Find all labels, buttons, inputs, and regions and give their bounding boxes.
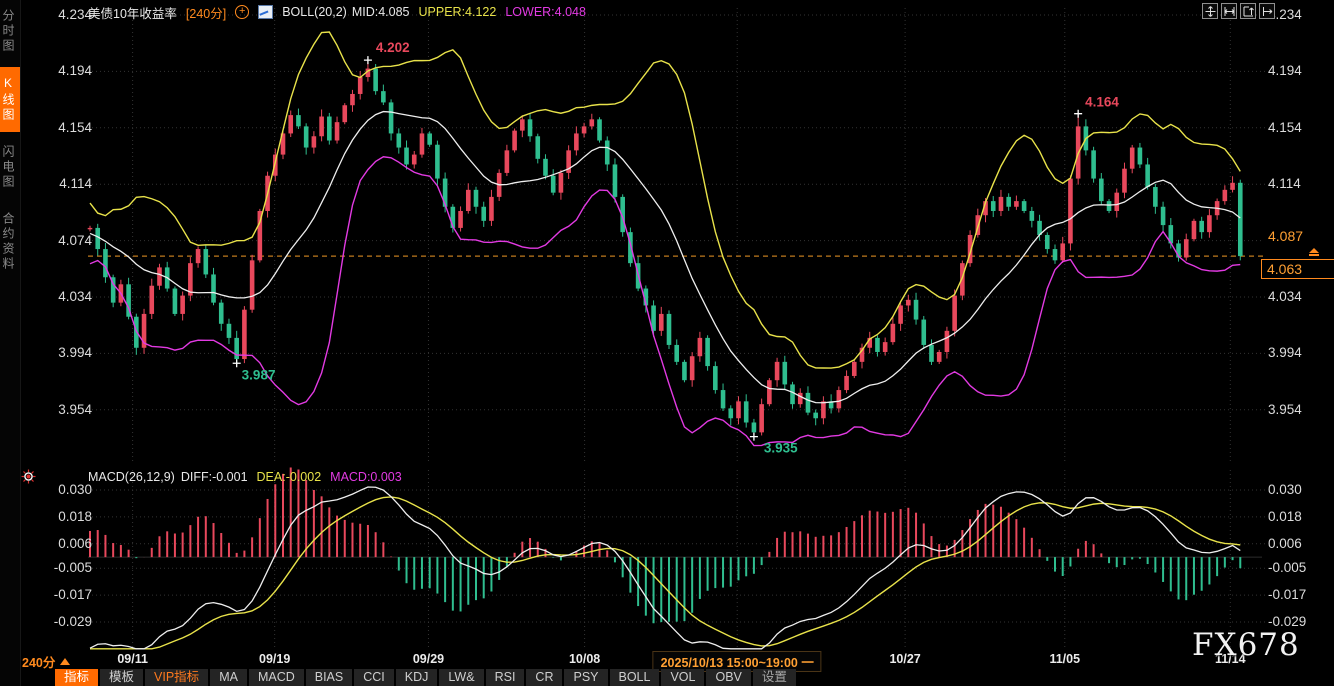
main-chart-canvas[interactable]: 4.202 3.987 3.935 4.164	[20, 0, 1334, 464]
toolbar-button-CR[interactable]: CR	[526, 669, 562, 686]
axis-tick-label: -0.029	[30, 614, 92, 629]
macd-macd-value: MACD:0.003	[330, 470, 402, 484]
fit-width-icon[interactable]	[1221, 3, 1237, 19]
date-tick-label: 11/14	[1215, 652, 1246, 666]
axis-tick-label: 4.034	[30, 289, 92, 304]
axis-tick-label: 0.006	[30, 536, 92, 551]
axis-tick-label: 4.194	[30, 63, 92, 78]
boll-indicator-label: BOLL(20,2)	[282, 5, 347, 19]
boll-upper-value: UPPER:4.122	[419, 5, 497, 19]
toolbar-button-MA[interactable]: MA	[210, 669, 247, 686]
period-badge[interactable]: [240分]	[186, 3, 226, 22]
axis-tick-label: 4.034	[1268, 289, 1332, 304]
axis-tick-label: 0.030	[1268, 482, 1332, 497]
caret-up-icon	[60, 658, 70, 665]
axis-tick-label: 3.954	[30, 402, 92, 417]
chart-tools	[1202, 3, 1275, 19]
add-indicator-icon[interactable]	[235, 5, 249, 19]
axis-tick-label: 4.074	[30, 233, 92, 248]
toolbar-button-OBV[interactable]: OBV	[706, 669, 750, 686]
sidebar: 分时图 K线图闪电图合约资料	[0, 0, 21, 686]
axis-tick-label: 4.154	[30, 120, 92, 135]
axis-tick-label: 4.114	[1268, 176, 1332, 191]
toolbar-button-BIAS[interactable]: BIAS	[306, 669, 353, 686]
axis-tick-label: -0.017	[30, 587, 92, 602]
axis-tick-label: 4.234	[30, 7, 92, 22]
toolbar-button-VIP指标[interactable]: VIP指标	[145, 669, 208, 686]
axis-tick-label: 0.018	[30, 509, 92, 524]
axis-tick-label: 4.234	[1268, 7, 1332, 22]
date-tick-label: 09/11	[117, 652, 148, 666]
macd-indicator-label: MACD(26,12,9)	[88, 470, 175, 484]
fit-height-icon[interactable]	[1240, 3, 1256, 19]
date-tick-label: 09/19	[259, 652, 290, 666]
boll-mid-value: MID:4.085	[352, 5, 410, 19]
date-tick-label: 11/05	[1049, 652, 1080, 666]
toolbar-button-LW&[interactable]: LW&	[439, 669, 483, 686]
indicator-toolbar: 指标模板VIP指标MAMACDBIASCCIKDJLW&RSICRPSYBOLL…	[20, 669, 1334, 686]
svg-text:3.935: 3.935	[764, 441, 798, 456]
axis-tick-label: 3.994	[30, 345, 92, 360]
trading-app-window: { "app": { "watermark": "FX678" }, "side…	[0, 0, 1334, 686]
axis-tick-label: 0.030	[30, 482, 92, 497]
sidebar-tab-分时图[interactable]: 分时图	[0, 0, 20, 63]
jump-to-latest-button[interactable]	[1306, 248, 1322, 259]
toolbar-button-KDJ[interactable]: KDJ	[396, 669, 438, 686]
sidebar-tab-合约资料[interactable]: 合约资料	[0, 203, 20, 281]
axis-tick-label: 0.018	[1268, 509, 1332, 524]
toolbar-button-VOL[interactable]: VOL	[661, 669, 704, 686]
svg-text:3.987: 3.987	[242, 367, 276, 382]
axis-tick-label: 0.006	[1268, 536, 1332, 551]
axis-tick-label: -0.005	[30, 560, 92, 575]
toolbar-button-BOLL[interactable]: BOLL	[610, 669, 660, 686]
axis-tick-label: -0.017	[1268, 587, 1332, 602]
blink-indicator-icon	[21, 469, 36, 489]
macd-header: MACD(26,12,9) DIFF:-0.001 DEA:-0.002 MAC…	[88, 469, 402, 485]
axis-tick-label: 4.114	[30, 176, 92, 191]
export-icon[interactable]	[1259, 3, 1275, 19]
macd-dea-value: DEA:-0.002	[257, 470, 322, 484]
svg-text:4.164: 4.164	[1085, 95, 1119, 110]
reference-price-tag: 4.087	[1263, 227, 1334, 245]
indicator-chart-icon[interactable]	[258, 5, 273, 19]
axis-tick-label: 3.954	[1268, 402, 1332, 417]
toolbar-button-指标[interactable]: 指标	[55, 669, 98, 686]
sidebar-tab-K线图[interactable]: K线图	[0, 67, 20, 132]
axis-tick-label: -0.029	[1268, 614, 1332, 629]
axis-tick-label: -0.005	[1268, 560, 1332, 575]
toolbar-button-PSY[interactable]: PSY	[564, 669, 607, 686]
axis-tick-label: 4.194	[1268, 63, 1332, 78]
date-tick-label: 10/27	[889, 652, 920, 666]
sidebar-tab-闪电图[interactable]: 闪电图	[0, 136, 20, 199]
date-axis: 240分 09/1109/1909/2910/082025/10/13 15:0…	[20, 651, 1334, 668]
toolbar-button-模板[interactable]: 模板	[100, 669, 143, 686]
instrument-title: 美债10年收益率	[88, 3, 177, 22]
pan-icon[interactable]	[1202, 3, 1218, 19]
toolbar-button-CCI[interactable]: CCI	[354, 669, 394, 686]
boll-lower-value: LOWER:4.048	[505, 5, 586, 19]
toolbar-button-RSI[interactable]: RSI	[486, 669, 525, 686]
last-price-tag: 4.063	[1261, 259, 1334, 279]
svg-text:4.202: 4.202	[376, 40, 410, 55]
macd-diff-value: DIFF:-0.001	[181, 470, 248, 484]
date-tick-label: 09/29	[413, 652, 444, 666]
axis-tick-label: 3.994	[1268, 345, 1332, 360]
date-tick-label: 10/08	[569, 652, 600, 666]
toolbar-button-MACD[interactable]: MACD	[249, 669, 304, 686]
axis-tick-label: 4.154	[1268, 120, 1332, 135]
toolbar-button-设置[interactable]: 设置	[753, 669, 796, 686]
chart-header: 美债10年收益率 [240分] BOLL(20,2) MID:4.085 UPP…	[88, 3, 586, 21]
macd-canvas[interactable]	[20, 464, 1334, 652]
